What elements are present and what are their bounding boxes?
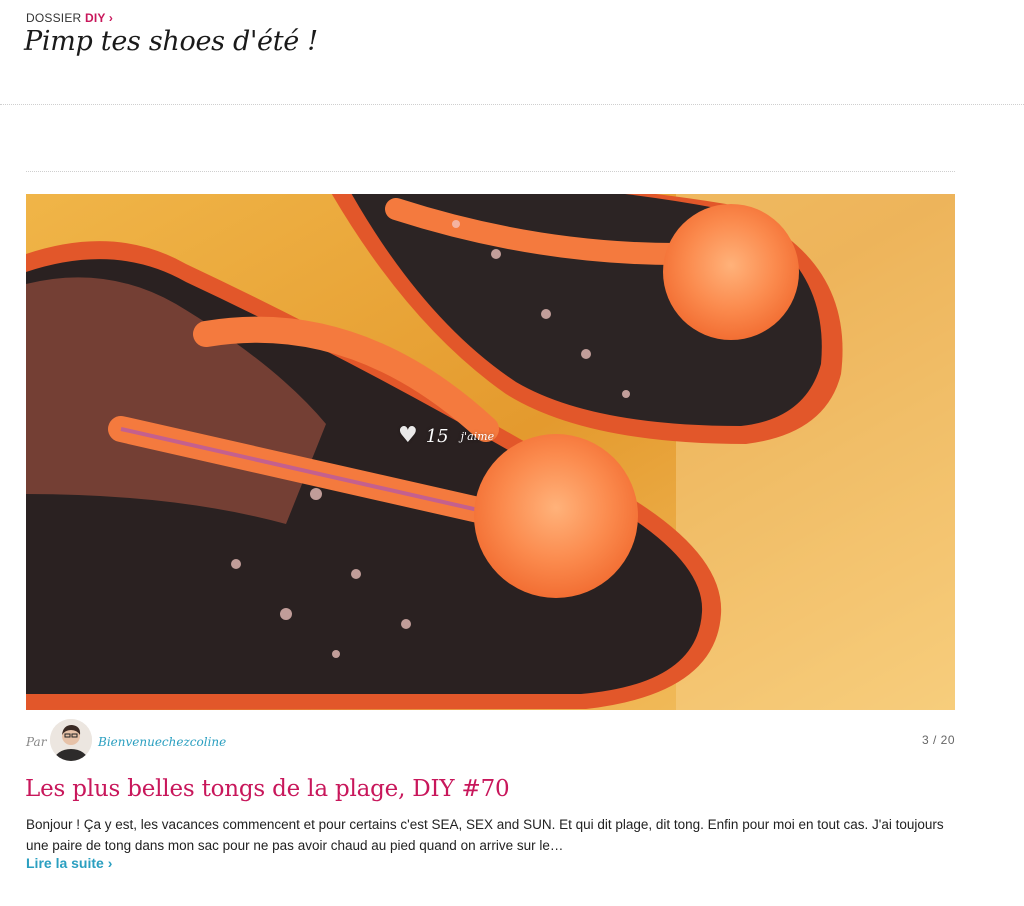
breadcrumb: DOSSIER DIY › <box>26 11 113 25</box>
read-more-link[interactable]: Lire la suite › <box>26 855 112 871</box>
pagination-counter: 3 / 20 <box>921 733 955 747</box>
header-divider <box>0 104 1024 105</box>
heart-icon[interactable]: ♥ <box>398 425 418 447</box>
page-title: Pimp tes shoes d'été ! <box>24 26 318 57</box>
user-avatar[interactable] <box>50 719 92 761</box>
breadcrumb-category-link[interactable]: DIY › <box>85 11 113 25</box>
post-photo[interactable] <box>26 194 955 710</box>
author-link[interactable]: Bienvenuechezcoline <box>98 735 226 749</box>
article-title-link[interactable]: Les plus belles tongs de la plage, DIY #… <box>25 776 510 802</box>
like-overlay[interactable]: ♥ 15 j'aime <box>398 425 494 447</box>
like-label: j'aime <box>460 429 495 443</box>
author-prefix: Par <box>26 735 47 749</box>
article-excerpt: Bonjour ! Ça y est, les vacances commenc… <box>26 817 944 853</box>
post-meta: Par Bienvenuechezcoline 3 / 20 <box>26 718 955 764</box>
content-divider <box>26 171 955 172</box>
breadcrumb-prefix: DOSSIER <box>26 11 82 25</box>
like-count: 15 <box>425 425 449 447</box>
